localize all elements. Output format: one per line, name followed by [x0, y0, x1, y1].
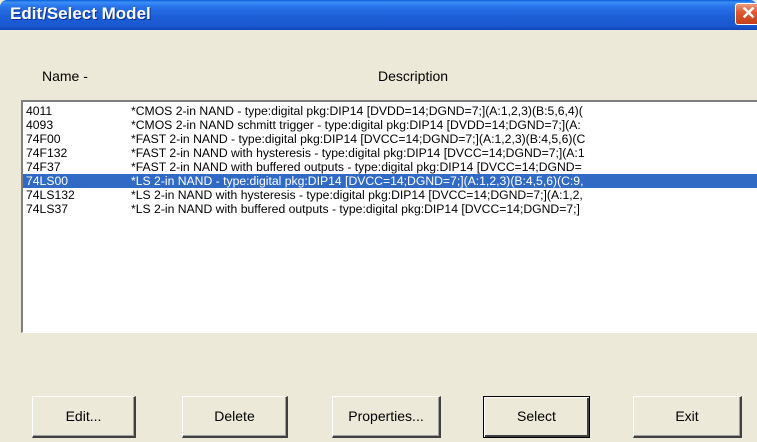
list-item[interactable]: 74LS37 *LS 2-in NAND with buffered outpu… — [23, 202, 757, 216]
model-description: *FAST 2-in NAND with hysteresis - type:d… — [131, 146, 585, 160]
column-header-description[interactable]: Description — [378, 68, 448, 84]
model-name: 74F132 — [26, 146, 68, 160]
list-item[interactable]: 74F00 *FAST 2-in NAND - type:digital pkg… — [23, 132, 757, 146]
close-button[interactable]: ✕ — [735, 3, 757, 25]
model-name: 74F37 — [26, 160, 61, 174]
model-list[interactable]: 4011 *CMOS 2-in NAND - type:digital pkg:… — [21, 100, 757, 333]
list-item[interactable]: 4011 *CMOS 2-in NAND - type:digital pkg:… — [23, 104, 757, 118]
list-item[interactable]: 74LS132 *LS 2-in NAND with hysteresis - … — [23, 188, 757, 202]
edit-button[interactable]: Edit... — [32, 396, 136, 438]
model-name: 74LS37 — [26, 202, 69, 216]
model-description: *FAST 2-in NAND with buffered outputs - … — [131, 160, 582, 174]
select-button[interactable]: Select — [483, 396, 590, 438]
model-name: 74F00 — [26, 132, 61, 146]
model-name: 74LS00 — [26, 174, 69, 188]
model-name: 4093 — [26, 118, 54, 132]
model-name: 4011 — [26, 104, 53, 118]
list-item[interactable]: 4093 *CMOS 2-in NAND schmitt trigger - t… — [23, 118, 757, 132]
model-description: *CMOS 2-in NAND - type:digital pkg:DIP14… — [131, 104, 583, 118]
model-name: 74LS132 — [26, 188, 75, 202]
exit-button[interactable]: Exit — [633, 396, 742, 438]
window-title: Edit/Select Model — [10, 4, 151, 23]
model-description: *LS 2-in NAND with hysteresis - type:dig… — [131, 188, 583, 202]
list-item[interactable]: 74F37 *FAST 2-in NAND with buffered outp… — [23, 160, 757, 174]
column-header-name[interactable]: Name - — [42, 68, 88, 84]
list-item[interactable]: 74F132 *FAST 2-in NAND with hysteresis -… — [23, 146, 757, 160]
delete-button[interactable]: Delete — [182, 396, 288, 438]
list-item-selected[interactable]: 74LS00 *LS 2-in NAND - type:digital pkg:… — [23, 174, 757, 188]
model-description: *LS 2-in NAND with buffered outputs - ty… — [131, 202, 580, 216]
close-icon: ✕ — [741, 3, 757, 23]
title-bar[interactable]: Edit/Select Model ✕ — [0, 0, 757, 30]
model-description: *FAST 2-in NAND - type:digital pkg:DIP14… — [131, 132, 586, 146]
properties-button[interactable]: Properties... — [332, 396, 441, 438]
model-description: *CMOS 2-in NAND schmitt trigger - type:d… — [131, 118, 581, 132]
model-description: *LS 2-in NAND - type:digital pkg:DIP14 [… — [131, 174, 584, 188]
